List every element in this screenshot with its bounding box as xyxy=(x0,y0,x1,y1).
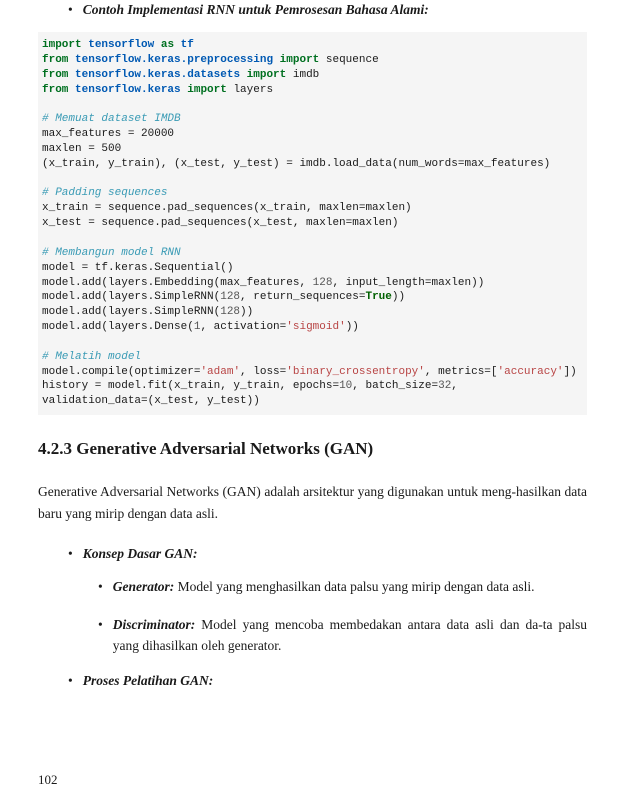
intro-paragraph: Generative Adversarial Networks (GAN) ad… xyxy=(38,481,587,524)
generator-line: Generator: Model yang menghasilkan data … xyxy=(113,576,535,598)
bullet-dot: • xyxy=(68,2,73,18)
bullet-proses: • Proses Pelatihan GAN: xyxy=(68,673,587,689)
bullet-dot: • xyxy=(98,614,103,657)
bullet-dot: • xyxy=(68,546,73,562)
sub-bullet-generator: • Generator: Model yang menghasilkan dat… xyxy=(98,576,587,598)
top-bullet-text: Contoh Implementasi RNN untuk Pemrosesan… xyxy=(83,2,429,18)
code-block: import tensorflow as tf from tensorflow.… xyxy=(38,32,587,415)
page-number: 102 xyxy=(38,772,58,788)
bullet-konsep: • Konsep Dasar GAN: xyxy=(68,546,587,562)
discriminator-line: Discriminator: Model yang mencoba membed… xyxy=(113,614,587,657)
section-heading: 4.2.3 Generative Adversarial Networks (G… xyxy=(38,439,587,459)
bullet-proses-text: Proses Pelatihan GAN: xyxy=(83,673,214,689)
generator-label: Generator: xyxy=(113,579,175,594)
bullet-dot: • xyxy=(98,576,103,598)
discriminator-label: Discriminator: xyxy=(113,617,196,632)
top-bullet: • Contoh Implementasi RNN untuk Pemroses… xyxy=(68,2,587,18)
generator-text: Model yang menghasilkan data palsu yang … xyxy=(174,579,534,594)
bullet-konsep-text: Konsep Dasar GAN: xyxy=(83,546,198,562)
bullet-dot: • xyxy=(68,673,73,689)
sub-bullet-discriminator: • Discriminator: Model yang mencoba memb… xyxy=(98,614,587,657)
